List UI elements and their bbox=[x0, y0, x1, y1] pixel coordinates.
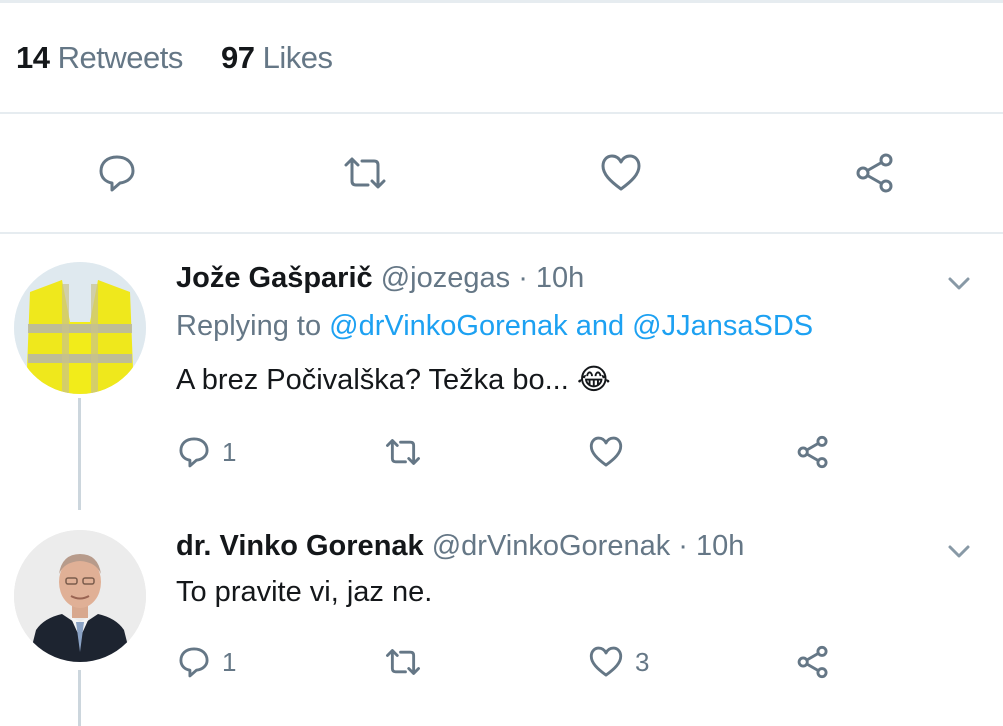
retweet-icon bbox=[386, 439, 420, 465]
share-button[interactable] bbox=[794, 640, 832, 684]
share-icon bbox=[797, 645, 828, 679]
like-button[interactable] bbox=[596, 148, 646, 198]
like-icon bbox=[601, 154, 641, 191]
reply-icon bbox=[99, 155, 135, 192]
timestamp[interactable]: 10h bbox=[536, 262, 584, 294]
author-handle[interactable]: @drVinkoGorenak bbox=[432, 530, 670, 562]
share-button[interactable] bbox=[794, 430, 832, 474]
top-border bbox=[0, 0, 1003, 3]
likes-count[interactable]: 97 bbox=[221, 40, 255, 75]
reply-icon bbox=[179, 437, 209, 468]
tweet-action-bar bbox=[0, 148, 1003, 198]
thread-connector bbox=[78, 670, 81, 726]
retweet-icon bbox=[344, 157, 386, 189]
retweet-button[interactable] bbox=[382, 430, 424, 474]
tweet-text: To pravite vi, jaz ne. bbox=[176, 576, 432, 609]
replying-to: Replying to @drVinkoGorenak and @JJansaS… bbox=[176, 310, 813, 343]
separator-dot: · bbox=[518, 262, 528, 294]
share-button[interactable] bbox=[850, 148, 900, 198]
chevron-down-icon[interactable] bbox=[944, 536, 974, 566]
retweets-count[interactable]: 14 bbox=[16, 40, 50, 75]
reply-button[interactable]: 1 bbox=[176, 640, 236, 684]
likes-label[interactable]: Likes bbox=[263, 40, 333, 75]
separator-dot: · bbox=[678, 530, 688, 562]
replying-prefix: Replying to bbox=[176, 310, 322, 342]
like-button[interactable] bbox=[587, 430, 625, 474]
share-icon bbox=[856, 153, 893, 193]
like-count: 3 bbox=[635, 646, 650, 677]
author-name[interactable]: dr. Vinko Gorenak bbox=[176, 530, 424, 562]
reply-icon bbox=[179, 647, 209, 678]
retweet-button[interactable] bbox=[340, 148, 390, 198]
person-avatar bbox=[14, 530, 146, 662]
tweet-text-content: A brez Počivalška? Težka bo... bbox=[176, 364, 569, 396]
like-icon bbox=[589, 646, 623, 677]
avatar[interactable] bbox=[14, 262, 146, 394]
divider bbox=[0, 112, 1003, 114]
replying-and[interactable]: and bbox=[576, 310, 624, 342]
thread-connector bbox=[78, 398, 81, 510]
tweet-text: A brez Počivalška? Težka bo... 😂 bbox=[176, 362, 611, 397]
divider bbox=[0, 232, 1003, 234]
reply-button[interactable]: 1 bbox=[176, 430, 236, 474]
reply-count: 1 bbox=[222, 436, 237, 467]
retweet-button[interactable] bbox=[382, 640, 424, 684]
chevron-down-icon[interactable] bbox=[944, 268, 974, 298]
like-button[interactable]: 3 bbox=[587, 640, 649, 684]
avatar[interactable] bbox=[14, 530, 146, 662]
tears-of-joy-emoji: 😂 bbox=[576, 364, 611, 396]
mention-link[interactable]: @JJansaSDS bbox=[632, 310, 813, 342]
reply-button[interactable] bbox=[92, 148, 142, 198]
engagement-stats: 14 Retweets 97 Likes bbox=[16, 40, 362, 76]
retweet-icon bbox=[386, 649, 420, 675]
mention-link[interactable]: @drVinkoGorenak bbox=[329, 310, 567, 342]
reply-count: 1 bbox=[222, 646, 237, 677]
tweet-header: dr. Vinko Gorenak @drVinkoGorenak · 10h bbox=[176, 530, 744, 563]
yellow-vest-avatar bbox=[14, 262, 146, 394]
author-name[interactable]: Jože Gašparič bbox=[176, 262, 373, 294]
like-icon bbox=[589, 436, 623, 467]
author-handle[interactable]: @jozegas bbox=[381, 262, 510, 294]
tweet-header: Jože Gašparič @jozegas · 10h bbox=[176, 262, 584, 295]
tweet-text-content: To pravite vi, jaz ne. bbox=[176, 576, 433, 608]
timestamp[interactable]: 10h bbox=[696, 530, 744, 562]
retweets-label[interactable]: Retweets bbox=[58, 40, 184, 75]
share-icon bbox=[797, 435, 828, 469]
